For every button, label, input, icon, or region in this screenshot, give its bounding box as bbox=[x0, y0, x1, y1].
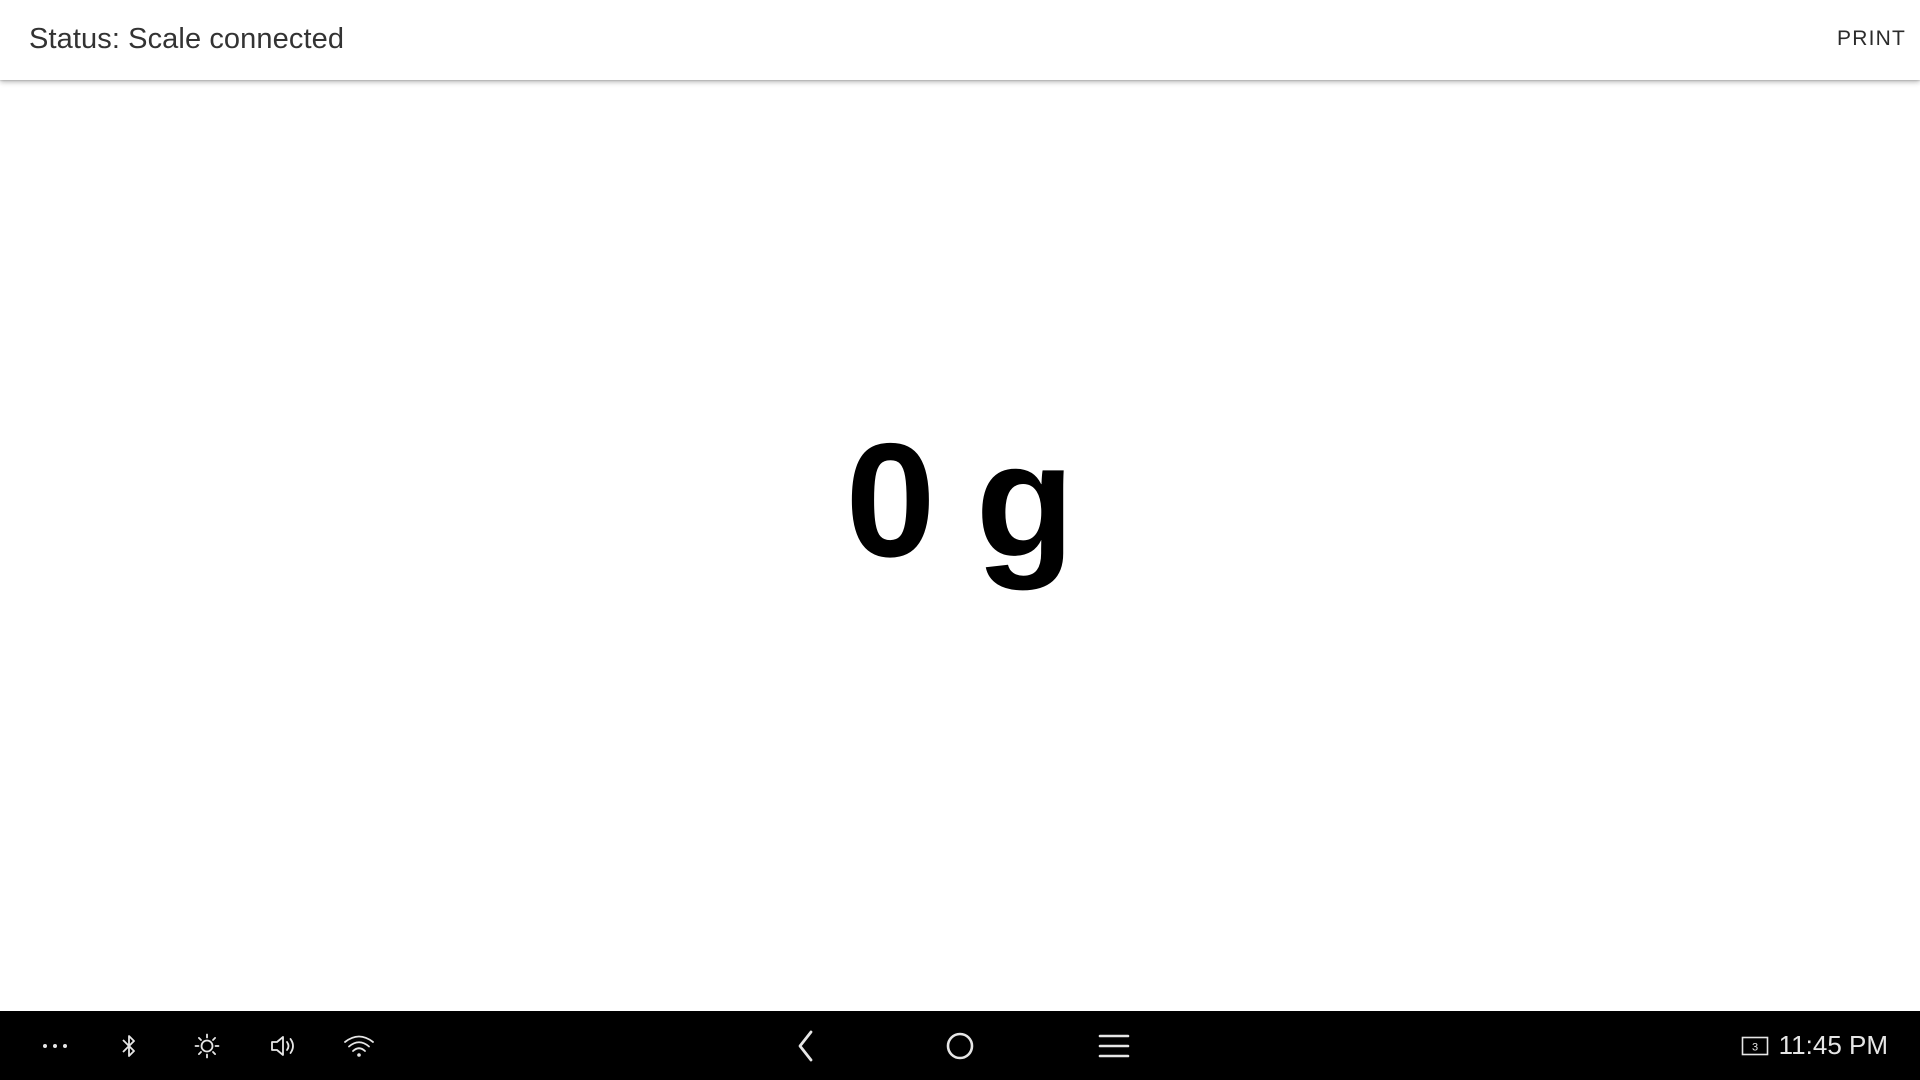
main-content: 0g bbox=[0, 80, 1920, 1011]
volume-icon[interactable] bbox=[266, 1011, 300, 1080]
weight-unit: g bbox=[975, 410, 1075, 591]
app-bar: Status: Scale connected PRINT bbox=[0, 0, 1920, 80]
brightness-icon[interactable] bbox=[190, 1011, 224, 1080]
more-icon[interactable] bbox=[35, 1011, 75, 1080]
home-icon[interactable] bbox=[942, 1011, 978, 1080]
system-nav-bar: 3 11:45 PM bbox=[0, 1011, 1920, 1080]
scale-app: Status: Scale connected PRINT 0g 3 11:45… bbox=[0, 0, 1920, 1080]
weight-display: 0g bbox=[0, 420, 1920, 582]
screen-badge-number: 3 bbox=[1752, 1041, 1758, 1053]
wifi-icon[interactable] bbox=[342, 1011, 376, 1080]
bluetooth-icon[interactable] bbox=[113, 1011, 145, 1080]
back-icon[interactable] bbox=[790, 1011, 822, 1080]
menu-icon[interactable] bbox=[1095, 1011, 1133, 1080]
status-text: Status: Scale connected bbox=[29, 23, 345, 55]
weight-value: 0 bbox=[845, 410, 936, 591]
screen-badge-icon[interactable]: 3 bbox=[1740, 1011, 1770, 1080]
clock: 11:45 PM bbox=[1778, 1030, 1888, 1060]
print-button[interactable]: PRINT bbox=[1837, 20, 1906, 58]
